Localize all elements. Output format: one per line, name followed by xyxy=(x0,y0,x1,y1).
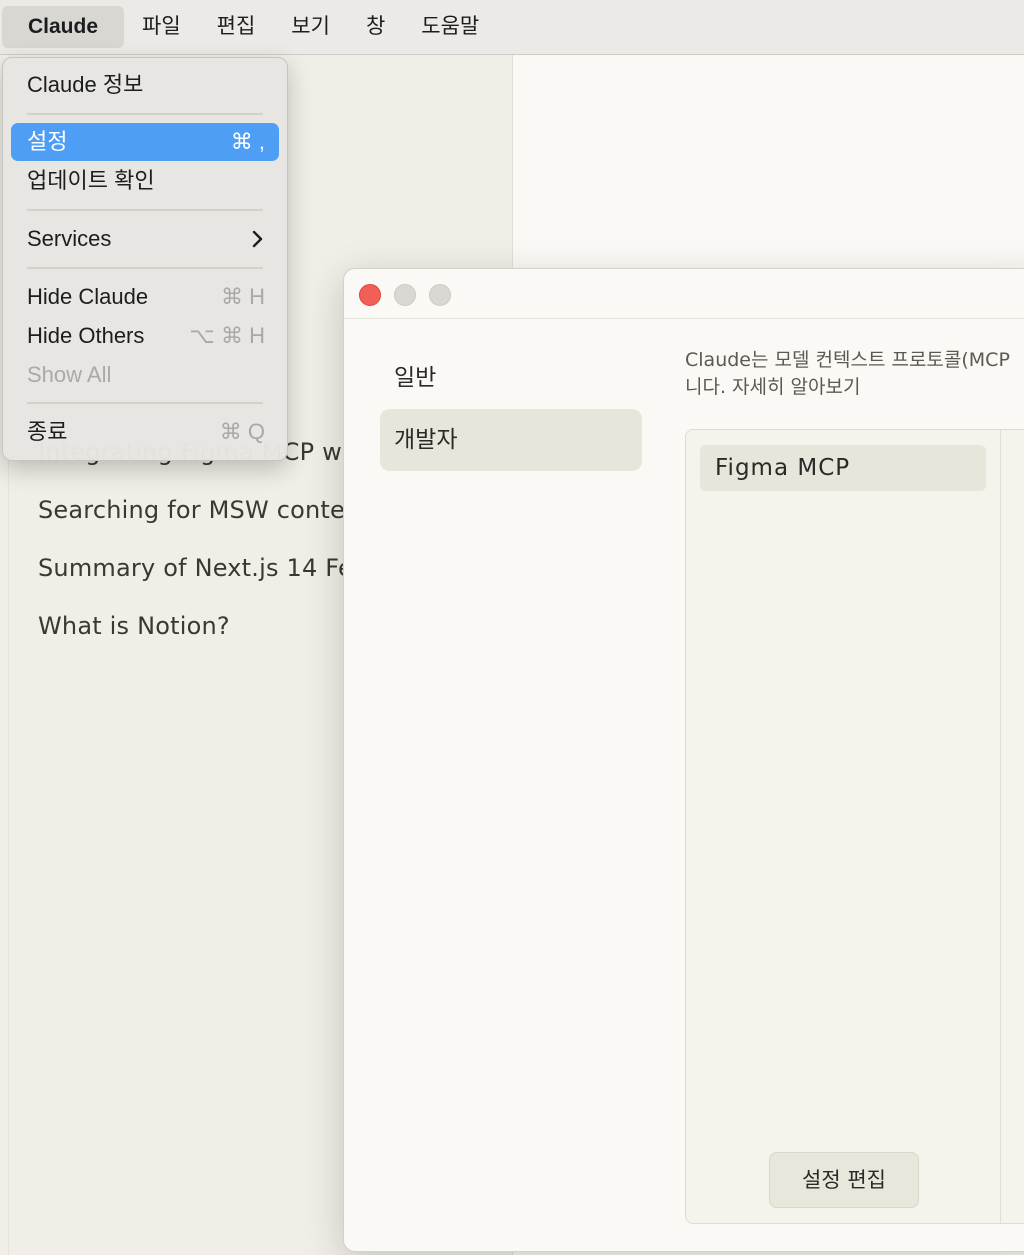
settings-window: 일반 개발자 Claude는 모델 컨텍스트 프로토콜(MCP 니다. 자세히 … xyxy=(343,268,1024,1252)
hide-others-shortcut: ⌥ ⌘ H xyxy=(189,323,265,348)
quit-shortcut: ⌘ Q xyxy=(219,419,265,444)
menu-window[interactable]: 창 xyxy=(348,6,403,48)
settings-nav-general[interactable]: 일반 xyxy=(380,347,642,409)
menu-item-quit[interactable]: 종료 ⌘ Q xyxy=(11,413,279,451)
mcp-description-line1: Claude는 모델 컨텍스트 프로토콜(MCP xyxy=(685,349,1010,371)
menu-item-settings-label: 설정 xyxy=(27,129,68,154)
mcp-server-item[interactable]: Figma MCP xyxy=(700,445,986,491)
menu-item-check-updates[interactable]: 업데이트 확인 xyxy=(11,162,279,200)
mcp-description-line2: 니다. 자세히 알아보기 xyxy=(685,376,861,398)
zoom-window-button[interactable] xyxy=(429,284,451,306)
conversation-item[interactable]: What is Notion? xyxy=(38,612,230,640)
claude-app-menu: Claude 정보 설정 ⌘ , 업데이트 확인 Services Hide C… xyxy=(2,57,288,461)
menu-help[interactable]: 도움말 xyxy=(403,6,497,48)
menu-item-services[interactable]: Services xyxy=(11,220,279,258)
edit-config-button[interactable]: 설정 편집 xyxy=(769,1152,919,1208)
settings-nav-developer[interactable]: 개발자 xyxy=(380,409,642,471)
minimize-window-button[interactable] xyxy=(394,284,416,306)
hide-shortcut: ⌘ H xyxy=(221,284,265,309)
menu-item-quit-label: 종료 xyxy=(27,419,68,444)
close-window-button[interactable] xyxy=(359,284,381,306)
conversation-item[interactable]: Searching for MSW conten xyxy=(38,496,344,524)
menu-item-show-all: Show All xyxy=(11,356,279,394)
mcp-description: Claude는 모델 컨텍스트 프로토콜(MCP 니다. 자세히 알아보기 xyxy=(685,347,1010,401)
window-titlebar xyxy=(344,269,1024,319)
menu-item-hide-others-label: Hide Others xyxy=(27,323,145,348)
settings-shortcut: ⌘ , xyxy=(230,129,265,154)
menu-item-services-label: Services xyxy=(27,226,112,251)
chevron-right-icon xyxy=(251,220,265,270)
menu-item-hide-label: Hide Claude xyxy=(27,284,149,309)
conversation-item[interactable]: Summary of Next.js 14 Fea xyxy=(38,554,344,582)
menu-item-check-updates-label: 업데이트 확인 xyxy=(27,168,155,193)
menu-item-settings[interactable]: 설정 ⌘ , xyxy=(11,123,279,161)
mcp-server-panel: Figma MCP 설정 편집 xyxy=(685,429,1024,1224)
menu-item-about[interactable]: Claude 정보 xyxy=(11,66,279,104)
menu-item-show-all-label: Show All xyxy=(27,362,112,387)
menu-item-hide[interactable]: Hide Claude ⌘ H xyxy=(11,278,279,316)
menu-item-about-label: Claude 정보 xyxy=(27,72,144,97)
menu-item-hide-others[interactable]: Hide Others ⌥ ⌘ H xyxy=(11,317,279,355)
